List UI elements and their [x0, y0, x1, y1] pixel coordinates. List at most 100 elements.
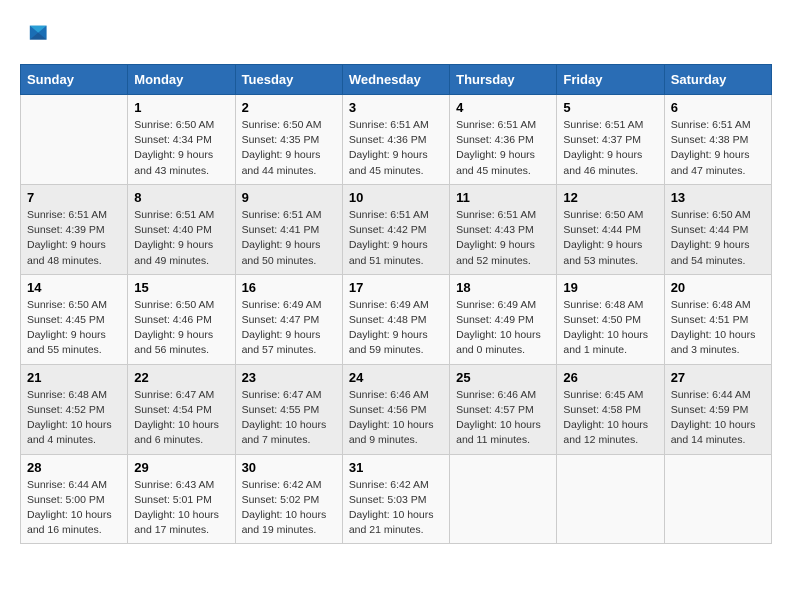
day-info: Sunrise: 6:51 AM Sunset: 4:40 PM Dayligh… [134, 208, 228, 269]
calendar-cell: 21 Sunrise: 6:48 AM Sunset: 4:52 PM Dayli… [21, 364, 128, 454]
day-info: Sunrise: 6:51 AM Sunset: 4:39 PM Dayligh… [27, 208, 121, 269]
day-info: Sunrise: 6:42 AM Sunset: 5:03 PM Dayligh… [349, 478, 443, 539]
day-info: Sunrise: 6:49 AM Sunset: 4:48 PM Dayligh… [349, 298, 443, 359]
calendar-cell: 19 Sunrise: 6:48 AM Sunset: 4:50 PM Dayli… [557, 274, 664, 364]
calendar-cell: 7 Sunrise: 6:51 AM Sunset: 4:39 PM Daylig… [21, 184, 128, 274]
calendar-cell: 22 Sunrise: 6:47 AM Sunset: 4:54 PM Dayli… [128, 364, 235, 454]
day-info: Sunrise: 6:44 AM Sunset: 5:00 PM Dayligh… [27, 478, 121, 539]
calendar-cell: 25Sunrise: 6:46 AM Sunset: 4:57 PM Dayli… [450, 364, 557, 454]
calendar-cell: 27 Sunrise: 6:44 AM Sunset: 4:59 PM Dayli… [664, 364, 771, 454]
day-number: 20 [671, 280, 765, 295]
calendar-cell: 5 Sunrise: 6:51 AM Sunset: 4:37 PM Daylig… [557, 95, 664, 185]
day-info: Sunrise: 6:47 AM Sunset: 4:54 PM Dayligh… [134, 388, 228, 449]
day-info: Sunrise: 6:51 AM Sunset: 4:36 PM Dayligh… [456, 118, 550, 179]
day-number: 5 [563, 100, 657, 115]
day-number: 12 [563, 190, 657, 205]
calendar-week-2: 7 Sunrise: 6:51 AM Sunset: 4:39 PM Daylig… [21, 184, 772, 274]
day-number: 23 [242, 370, 336, 385]
day-info: Sunrise: 6:45 AM Sunset: 4:58 PM Dayligh… [563, 388, 657, 449]
day-number: 2 [242, 100, 336, 115]
calendar-week-4: 21 Sunrise: 6:48 AM Sunset: 4:52 PM Dayli… [21, 364, 772, 454]
calendar-cell: 9Sunrise: 6:51 AM Sunset: 4:41 PM Daylig… [235, 184, 342, 274]
weekday-header-thursday: Thursday [450, 65, 557, 95]
calendar-cell: 13 Sunrise: 6:50 AM Sunset: 4:44 PM Dayli… [664, 184, 771, 274]
calendar-cell: 12 Sunrise: 6:50 AM Sunset: 4:44 PM Dayli… [557, 184, 664, 274]
day-number: 27 [671, 370, 765, 385]
calendar-cell [450, 454, 557, 544]
weekday-header-monday: Monday [128, 65, 235, 95]
calendar-cell: 24 Sunrise: 6:46 AM Sunset: 4:56 PM Dayli… [342, 364, 449, 454]
calendar-cell: 3 Sunrise: 6:51 AM Sunset: 4:36 PM Daylig… [342, 95, 449, 185]
day-number: 17 [349, 280, 443, 295]
calendar-cell: 10 Sunrise: 6:51 AM Sunset: 4:42 PM Dayli… [342, 184, 449, 274]
day-number: 31 [349, 460, 443, 475]
day-info: Sunrise: 6:49 AM Sunset: 4:47 PM Dayligh… [242, 298, 336, 359]
calendar-cell: 23Sunrise: 6:47 AM Sunset: 4:55 PM Dayli… [235, 364, 342, 454]
day-number: 30 [242, 460, 336, 475]
page-header [20, 20, 772, 48]
day-info: Sunrise: 6:51 AM Sunset: 4:38 PM Dayligh… [671, 118, 765, 179]
calendar-cell: 4 Sunrise: 6:51 AM Sunset: 4:36 PM Daylig… [450, 95, 557, 185]
day-number: 21 [27, 370, 121, 385]
calendar-cell [21, 95, 128, 185]
calendar-cell: 31 Sunrise: 6:42 AM Sunset: 5:03 PM Dayli… [342, 454, 449, 544]
day-info: Sunrise: 6:51 AM Sunset: 4:36 PM Dayligh… [349, 118, 443, 179]
calendar-cell: 26Sunrise: 6:45 AM Sunset: 4:58 PM Dayli… [557, 364, 664, 454]
weekday-header-row: SundayMondayTuesdayWednesdayThursdayFrid… [21, 65, 772, 95]
calendar-cell: 14Sunrise: 6:50 AM Sunset: 4:45 PM Dayli… [21, 274, 128, 364]
day-info: Sunrise: 6:51 AM Sunset: 4:42 PM Dayligh… [349, 208, 443, 269]
day-info: Sunrise: 6:49 AM Sunset: 4:49 PM Dayligh… [456, 298, 550, 359]
weekday-header-wednesday: Wednesday [342, 65, 449, 95]
day-number: 19 [563, 280, 657, 295]
calendar-cell: 17 Sunrise: 6:49 AM Sunset: 4:48 PM Dayli… [342, 274, 449, 364]
day-info: Sunrise: 6:50 AM Sunset: 4:46 PM Dayligh… [134, 298, 228, 359]
calendar-week-3: 14Sunrise: 6:50 AM Sunset: 4:45 PM Dayli… [21, 274, 772, 364]
day-info: Sunrise: 6:51 AM Sunset: 4:37 PM Dayligh… [563, 118, 657, 179]
day-info: Sunrise: 6:50 AM Sunset: 4:44 PM Dayligh… [563, 208, 657, 269]
calendar-cell: 18Sunrise: 6:49 AM Sunset: 4:49 PM Dayli… [450, 274, 557, 364]
calendar-cell: 2 Sunrise: 6:50 AM Sunset: 4:35 PM Daylig… [235, 95, 342, 185]
calendar-cell: 8 Sunrise: 6:51 AM Sunset: 4:40 PM Daylig… [128, 184, 235, 274]
day-number: 22 [134, 370, 228, 385]
logo [20, 20, 52, 48]
day-number: 25 [456, 370, 550, 385]
calendar-cell: 15 Sunrise: 6:50 AM Sunset: 4:46 PM Dayli… [128, 274, 235, 364]
day-number: 4 [456, 100, 550, 115]
weekday-header-friday: Friday [557, 65, 664, 95]
calendar-cell [664, 454, 771, 544]
day-number: 10 [349, 190, 443, 205]
day-info: Sunrise: 6:51 AM Sunset: 4:41 PM Dayligh… [242, 208, 336, 269]
weekday-header-tuesday: Tuesday [235, 65, 342, 95]
day-info: Sunrise: 6:46 AM Sunset: 4:56 PM Dayligh… [349, 388, 443, 449]
day-info: Sunrise: 6:51 AM Sunset: 4:43 PM Dayligh… [456, 208, 550, 269]
day-info: Sunrise: 6:43 AM Sunset: 5:01 PM Dayligh… [134, 478, 228, 539]
day-number: 29 [134, 460, 228, 475]
day-number: 16 [242, 280, 336, 295]
day-number: 14 [27, 280, 121, 295]
day-info: Sunrise: 6:48 AM Sunset: 4:52 PM Dayligh… [27, 388, 121, 449]
day-number: 8 [134, 190, 228, 205]
day-number: 24 [349, 370, 443, 385]
calendar-table: SundayMondayTuesdayWednesdayThursdayFrid… [20, 64, 772, 544]
weekday-header-saturday: Saturday [664, 65, 771, 95]
day-number: 11 [456, 190, 550, 205]
calendar-cell [557, 454, 664, 544]
day-number: 7 [27, 190, 121, 205]
calendar-cell: 6Sunrise: 6:51 AM Sunset: 4:38 PM Daylig… [664, 95, 771, 185]
calendar-cell: 1Sunrise: 6:50 AM Sunset: 4:34 PM Daylig… [128, 95, 235, 185]
calendar-header: SundayMondayTuesdayWednesdayThursdayFrid… [21, 65, 772, 95]
logo-icon [20, 20, 48, 48]
calendar-cell: 30Sunrise: 6:42 AM Sunset: 5:02 PM Dayli… [235, 454, 342, 544]
day-number: 28 [27, 460, 121, 475]
day-number: 15 [134, 280, 228, 295]
calendar-cell: 16 Sunrise: 6:49 AM Sunset: 4:47 PM Dayli… [235, 274, 342, 364]
day-info: Sunrise: 6:50 AM Sunset: 4:35 PM Dayligh… [242, 118, 336, 179]
day-info: Sunrise: 6:44 AM Sunset: 4:59 PM Dayligh… [671, 388, 765, 449]
calendar-cell: 11 Sunrise: 6:51 AM Sunset: 4:43 PM Dayli… [450, 184, 557, 274]
day-info: Sunrise: 6:48 AM Sunset: 4:50 PM Dayligh… [563, 298, 657, 359]
day-info: Sunrise: 6:50 AM Sunset: 4:44 PM Dayligh… [671, 208, 765, 269]
day-number: 13 [671, 190, 765, 205]
calendar-cell: 28 Sunrise: 6:44 AM Sunset: 5:00 PM Dayli… [21, 454, 128, 544]
day-number: 3 [349, 100, 443, 115]
calendar-cell: 20Sunrise: 6:48 AM Sunset: 4:51 PM Dayli… [664, 274, 771, 364]
